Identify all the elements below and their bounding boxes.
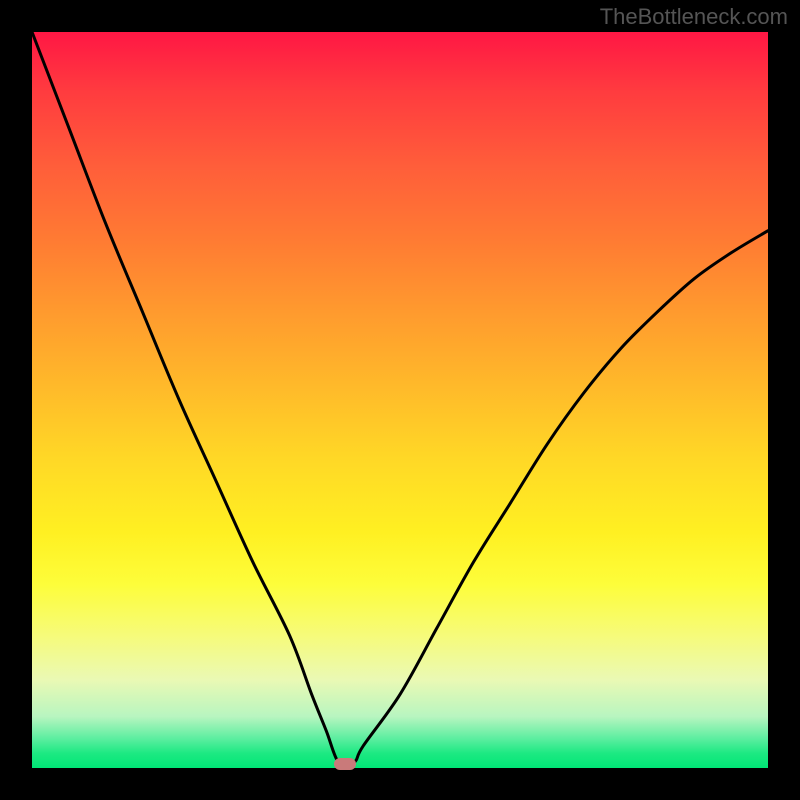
watermark-text: TheBottleneck.com [600,4,788,30]
minimum-marker [334,758,356,770]
bottleneck-curve [32,32,768,768]
